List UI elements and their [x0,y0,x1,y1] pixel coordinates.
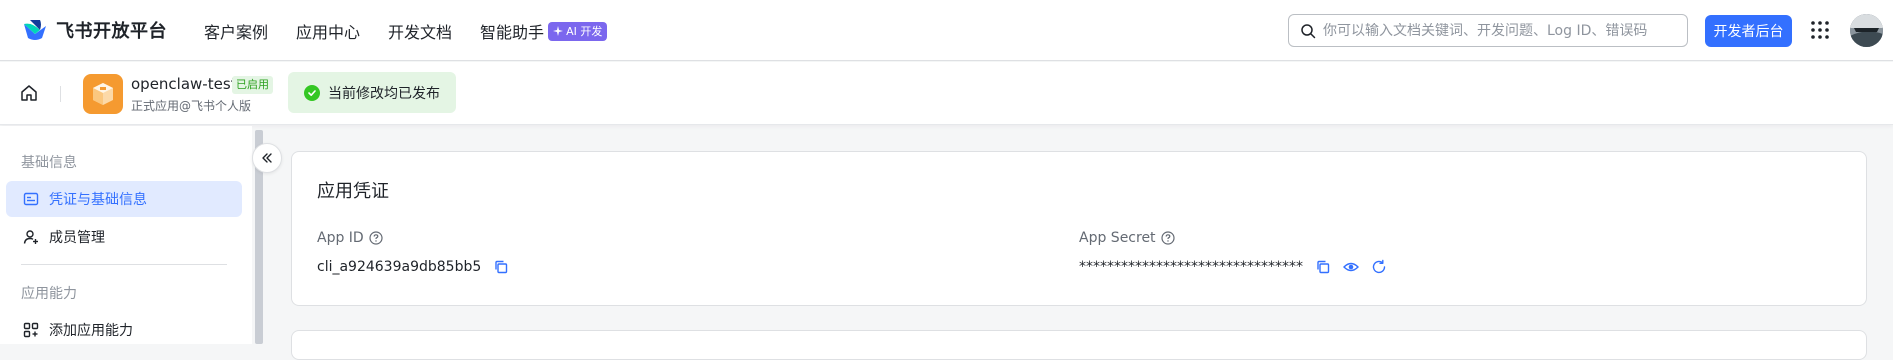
brand-title[interactable]: 飞书开放平台 [56,17,167,43]
publish-status-text: 当前修改均已发布 [328,85,440,102]
help-icon[interactable] [1160,231,1175,245]
app-secret-field: ******************************** [1079,259,1387,275]
apps-grid-icon[interactable] [1810,20,1830,40]
sidebar: 基础信息 凭证与基础信息 成员管理 应用能力 添加应用能力 [0,126,252,344]
eye-icon[interactable] [1343,259,1359,275]
sidebar-group-app-capabilities: 应用能力 [21,286,77,302]
app-secret-value: ******************************** [1079,259,1303,275]
add-grid-icon [23,322,39,338]
app-name: openclaw-test [131,75,237,93]
next-card [291,330,1867,360]
nav-customer-cases[interactable]: 客户案例 [204,19,268,43]
user-avatar[interactable] [1850,14,1883,47]
app-id-label: App ID [317,230,383,246]
search-icon [1301,24,1316,39]
app-secret-label: App Secret [1079,230,1175,246]
search-box[interactable] [1288,14,1688,47]
id-card-icon [23,192,39,206]
user-add-icon [23,230,38,244]
app-secret-label-text: App Secret [1079,230,1156,246]
ai-badge-label: AI 开发 [566,25,603,38]
developer-console-button[interactable]: 开发者后台 [1705,15,1792,47]
check-circle-icon [304,84,320,101]
nav-ai-assistant[interactable]: 智能助手 AI 开发 [480,19,608,43]
app-status-badge: 已启用 [232,76,273,94]
sidebar-item-add-capability[interactable]: 添加应用能力 [6,312,242,348]
cube-icon [93,83,113,105]
search-input[interactable] [1323,22,1673,39]
sidebar-group-basic-info: 基础信息 [21,155,77,171]
ai-badge: AI 开发 [548,21,608,41]
sidebar-item-credentials[interactable]: 凭证与基础信息 [6,181,242,217]
feishu-logo-icon[interactable] [22,18,48,42]
publish-status-banner: 当前修改均已发布 [288,72,456,113]
app-id-label-text: App ID [317,230,364,246]
app-icon [83,74,123,114]
sidebar-item-label: 成员管理 [49,230,105,246]
sidebar-item-members[interactable]: 成员管理 [6,219,242,255]
help-icon[interactable] [369,231,383,245]
copy-icon[interactable] [1315,259,1331,275]
chevrons-left-icon [262,153,272,163]
sidebar-item-label: 凭证与基础信息 [49,192,147,208]
app-id-value: cli_a924639a9db85bb5 [317,259,482,275]
nav-ai-assistant-label: 智能助手 [480,23,545,42]
app-subtitle: 正式应用@飞书个人版 [131,99,252,113]
nav-app-center[interactable]: 应用中心 [296,19,360,43]
sidebar-divider [21,264,227,265]
app-id-field: cli_a924639a9db85bb5 [317,259,509,275]
copy-icon[interactable] [493,259,509,275]
sidebar-item-label: 添加应用能力 [49,323,133,339]
header-divider [60,86,61,102]
refresh-icon[interactable] [1371,259,1387,275]
app-header: openclaw-test 已启用 正式应用@飞书个人版 当前修改均已发布 [0,62,1893,125]
card-title: 应用凭证 [317,181,389,202]
avatar-image [1850,14,1883,47]
credentials-card: 应用凭证 App ID cli_a924639a9db85bb5 App Sec… [291,151,1867,306]
main-nav: 客户案例 应用中心 开发文档 智能助手 AI 开发 [204,19,635,43]
sparkle-icon [553,26,564,36]
top-navbar: 飞书开放平台 客户案例 应用中心 开发文档 智能助手 AI 开发 开发者后台 [0,0,1893,61]
nav-dev-docs[interactable]: 开发文档 [388,19,452,43]
collapse-sidebar-button[interactable] [252,143,282,173]
home-icon[interactable] [19,83,39,103]
